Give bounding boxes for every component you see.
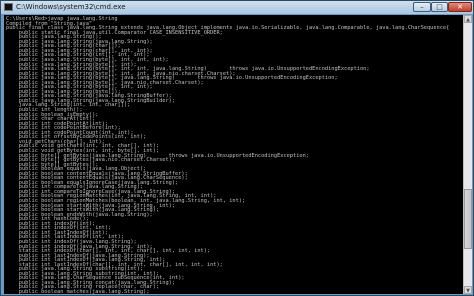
- console-icon: [4, 3, 13, 11]
- console-output[interactable]: C:\Users\Red>javap java.lang.String Compi…: [4, 15, 463, 294]
- minimize-button[interactable]: –: [413, 2, 431, 12]
- maximize-button[interactable]: □: [431, 2, 448, 12]
- title-bar[interactable]: C:\Windows\system32\cmd.exe – □ ✕: [1, 1, 473, 14]
- scroll-down-button[interactable]: ▼: [464, 286, 472, 294]
- window-title: C:\Windows\system32\cmd.exe: [16, 3, 126, 11]
- cmd-window: C:\Windows\system32\cmd.exe – □ ✕ C:\Use…: [0, 0, 474, 296]
- close-button[interactable]: ✕: [448, 2, 472, 12]
- scroll-up-button[interactable]: ▲: [464, 15, 472, 23]
- vertical-scrollbar[interactable]: ▲ ▼: [463, 15, 472, 294]
- console-line: public boolean matches(java.lang.String)…: [6, 289, 150, 294]
- scroll-thumb[interactable]: [464, 189, 472, 250]
